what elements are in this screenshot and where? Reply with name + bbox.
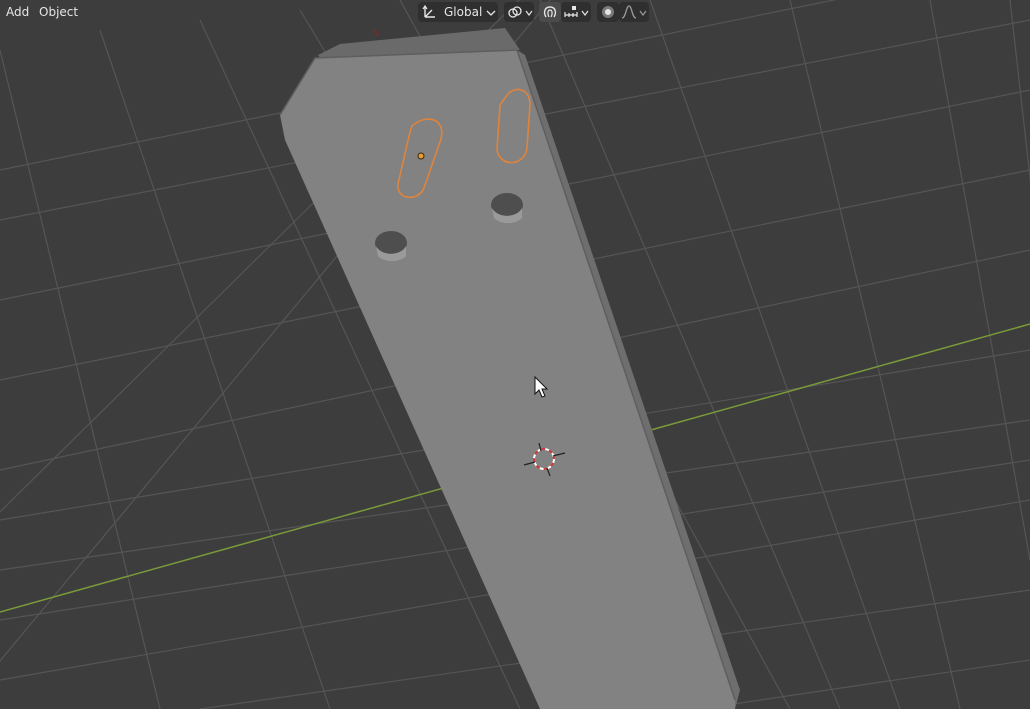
snap-toggle[interactable] xyxy=(539,2,561,22)
chevron-down-icon xyxy=(581,10,589,16)
snap-increment-icon xyxy=(564,6,578,17)
chevron-down-icon xyxy=(525,10,533,16)
orientation-icon xyxy=(422,4,435,18)
menu-object[interactable]: Object xyxy=(35,4,82,20)
transform-orientation-value: Global xyxy=(444,5,483,19)
proportional-editing-icon xyxy=(602,6,614,18)
proportional-editing-toggle[interactable] xyxy=(597,2,619,22)
snap-target-dropdown[interactable] xyxy=(561,2,591,22)
menu-add[interactable]: Add xyxy=(2,4,33,20)
pivot-point-icon xyxy=(508,6,522,18)
viewport-header: Add Object Global xyxy=(0,0,1030,24)
pivot-point-dropdown[interactable] xyxy=(504,2,534,22)
object-origin-icon xyxy=(417,152,425,160)
chevron-down-icon xyxy=(486,10,496,16)
falloff-dropdown[interactable] xyxy=(619,2,649,22)
snap-magnet-icon xyxy=(543,6,557,18)
falloff-curve-icon xyxy=(621,5,637,19)
chevron-down-icon xyxy=(639,10,647,16)
transform-orientation-dropdown[interactable]: Global xyxy=(418,2,498,22)
3d-viewport[interactable] xyxy=(0,0,1030,709)
